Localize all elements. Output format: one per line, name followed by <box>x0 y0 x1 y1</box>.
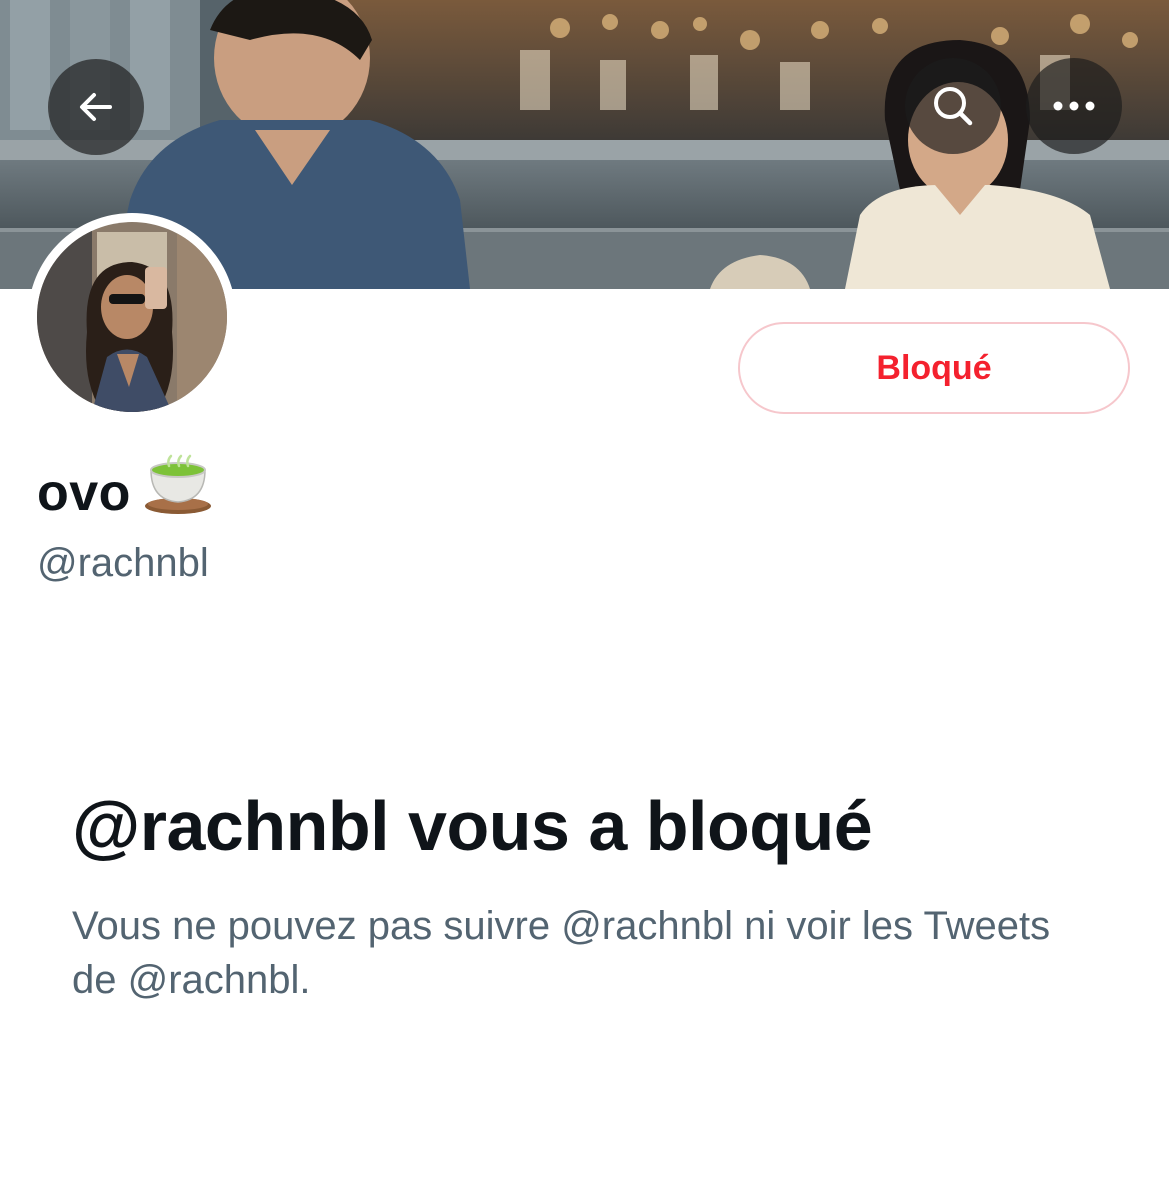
blocked-button[interactable]: Bloqué <box>738 322 1130 414</box>
search-icon <box>929 82 977 130</box>
back-button[interactable] <box>48 59 144 155</box>
blocked-notice-description: Vous ne pouvez pas suivre @rachnbl ni vo… <box>72 904 1051 1002</box>
avatar-image <box>37 222 227 412</box>
tea-emoji <box>143 452 213 534</box>
profile-display-name: ovo 🍵 <box>37 452 213 534</box>
more-options-button[interactable] <box>1026 58 1122 154</box>
search-button[interactable] <box>905 58 1001 154</box>
profile-handle: @rachnbl <box>37 541 209 585</box>
more-horizontal-icon <box>1052 100 1096 112</box>
display-name-text: ovo <box>37 464 131 522</box>
blocked-button-label: Bloqué <box>876 348 992 387</box>
arrow-left-icon <box>74 85 118 129</box>
blocked-notice-title: @rachnbl vous a bloqué <box>72 787 873 865</box>
avatar[interactable] <box>28 213 236 421</box>
